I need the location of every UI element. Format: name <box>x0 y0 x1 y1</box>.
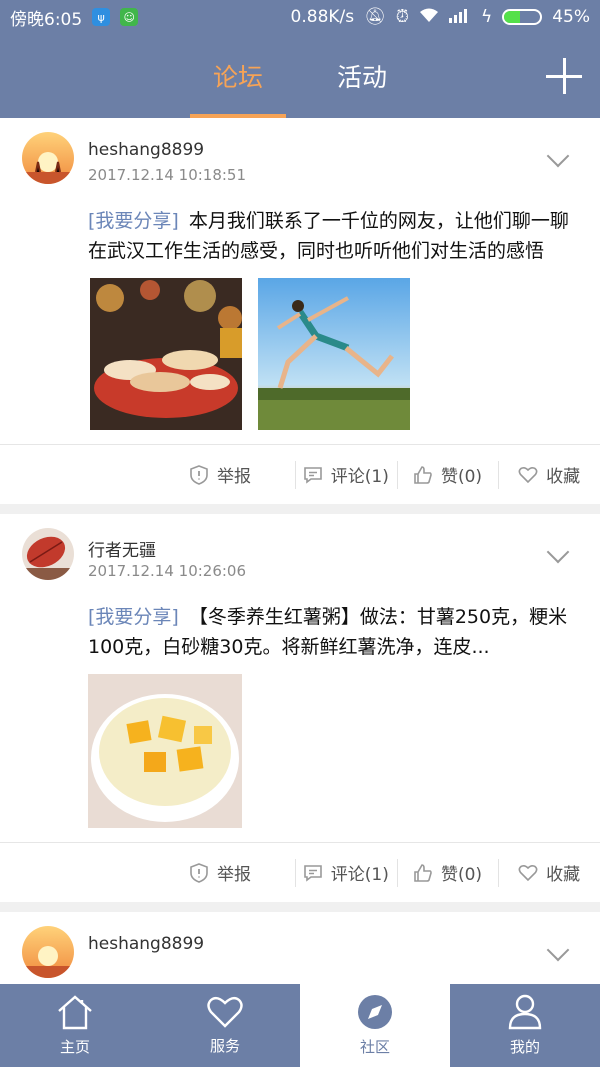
post-tag[interactable]: [我要分享] <box>88 210 179 232</box>
usb-icon: ψ <box>92 8 111 26</box>
avatar[interactable] <box>22 926 74 978</box>
comment-icon <box>303 465 323 485</box>
like-label: 赞(0) <box>440 467 483 487</box>
heart-outline-icon <box>518 863 538 883</box>
post-header: 行者无疆 2017.12.14 10:26:06 <box>0 514 600 592</box>
signal-icon <box>448 7 471 28</box>
comment-icon <box>303 863 323 883</box>
food-market-photo[interactable] <box>90 278 242 430</box>
report-button[interactable]: 举报 <box>145 457 295 493</box>
post-body[interactable]: [我要分享] 本月我们联系了一千位的网友，让他们聊一聊在武汉工作生活的感受，同时也… <box>0 196 600 266</box>
alarm-icon: ⏰︎ <box>395 7 409 27</box>
favorite-label: 收藏 <box>546 467 581 487</box>
tab-forum[interactable]: 论坛 <box>190 34 286 118</box>
post-tag[interactable]: [我要分享] <box>88 606 179 628</box>
android-icon: ☺ <box>120 8 139 26</box>
bottom-tab-services[interactable]: 服务 <box>150 984 300 1067</box>
bottom-tab-bar: 主页 服务 社区 我的 <box>0 984 600 1067</box>
post-timestamp: 2017.12.14 10:26:06 <box>88 562 247 580</box>
like-button[interactable]: 赞(0) <box>396 855 499 891</box>
like-button[interactable]: 赞(0) <box>396 457 499 493</box>
comment-label: 评论(1) <box>330 467 389 487</box>
post-card: 行者无疆 2017.12.14 10:26:06 [我要分享] 【冬季养生红薯粥】… <box>0 514 600 902</box>
status-bar: 傍晚6:05 ψ ☺ 0.88K/s 🔕︎ ⏰︎ ϟ 45% <box>0 0 600 34</box>
report-label: 举报 <box>217 865 251 885</box>
favorite-label: 收藏 <box>546 865 581 885</box>
username[interactable]: 行者无疆 <box>88 536 156 561</box>
comment-button[interactable]: 评论(1) <box>295 855 397 891</box>
home-icon <box>58 995 92 1030</box>
bottom-tab-label: 社区 <box>359 1038 390 1056</box>
compass-icon <box>358 995 392 1029</box>
post-images <box>0 662 600 842</box>
mute-icon: 🔕︎ <box>364 7 386 27</box>
bottom-tab-community[interactable]: 社区 <box>300 984 450 1067</box>
report-button[interactable]: 举报 <box>145 855 295 891</box>
person-icon <box>508 994 542 1030</box>
chevron-down-icon[interactable] <box>546 144 570 168</box>
chevron-down-icon[interactable] <box>546 540 570 564</box>
report-label: 举报 <box>217 467 251 487</box>
bottom-tab-mine[interactable]: 我的 <box>450 984 600 1067</box>
avatar[interactable] <box>22 132 74 184</box>
like-label: 赞(0) <box>440 865 483 885</box>
comment-label: 评论(1) <box>330 865 389 885</box>
post-feed[interactable]: heshang8899 2017.12.14 10:18:51 [我要分享] 本月… <box>0 118 600 984</box>
charging-icon: ϟ <box>480 7 493 27</box>
bottom-tab-label: 我的 <box>509 1038 540 1056</box>
favorite-button[interactable]: 收藏 <box>498 855 600 891</box>
shield-warning-icon <box>189 862 209 883</box>
network-speed: 0.88K/s <box>290 7 355 27</box>
chevron-down-icon[interactable] <box>546 938 570 962</box>
battery-icon <box>502 9 543 25</box>
battery-percent: 45% <box>552 7 590 27</box>
post-images <box>0 266 600 444</box>
status-time: 傍晚6:05 <box>10 9 83 30</box>
bottom-tab-label: 服务 <box>209 1037 240 1055</box>
thumbs-up-icon <box>413 863 433 883</box>
avatar[interactable] <box>22 528 74 580</box>
wifi-icon <box>419 7 439 28</box>
post-body[interactable]: [我要分享] 【冬季养生红薯粥】做法：甘薯250克，粳米100克，白砂糖30克。将… <box>0 592 600 662</box>
heart-outline-icon <box>518 465 538 485</box>
post-card: heshang8899 2017.12.14 10:18:51 [我要分享] 本月… <box>0 118 600 504</box>
bottom-tab-label: 主页 <box>59 1038 90 1056</box>
thumbs-up-icon <box>413 465 433 485</box>
shield-warning-icon <box>189 464 209 485</box>
comment-button[interactable]: 评论(1) <box>295 457 397 493</box>
post-header: heshang8899 2017.12.14 10:18:51 <box>0 118 600 196</box>
top-nav: 论坛 活动 <box>0 34 600 118</box>
post-timestamp: 2017.12.14 10:18:51 <box>88 166 247 184</box>
tab-activity[interactable]: 活动 <box>314 34 410 118</box>
username[interactable]: heshang8899 <box>88 934 204 954</box>
add-post-button[interactable] <box>546 58 582 94</box>
heart-icon <box>207 996 243 1028</box>
post-header: heshang8899 <box>0 912 600 984</box>
username[interactable]: heshang8899 <box>88 140 204 160</box>
post-actions: 举报 评论(1) 赞(0) 收藏 <box>0 842 600 902</box>
post-actions: 举报 评论(1) 赞(0) 收藏 <box>0 444 600 504</box>
jumping-woman-photo[interactable] <box>258 278 410 430</box>
favorite-button[interactable]: 收藏 <box>498 457 600 493</box>
sweet-potato-porridge-photo[interactable] <box>88 674 242 828</box>
post-card: heshang8899 <box>0 912 600 984</box>
bottom-tab-home[interactable]: 主页 <box>0 984 150 1067</box>
